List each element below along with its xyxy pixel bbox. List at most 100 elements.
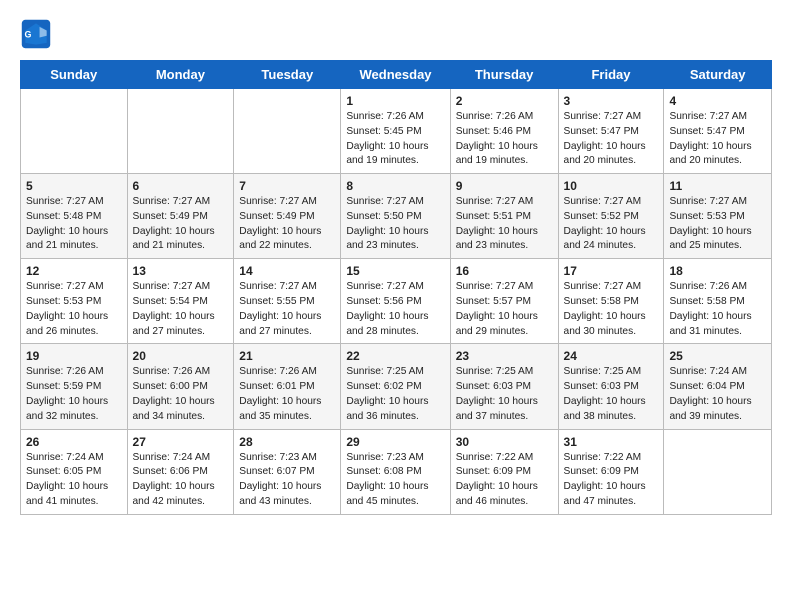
day-info: Sunrise: 7:24 AM Sunset: 6:05 PM Dayligh… <box>26 451 122 510</box>
calendar-week-row: 26 Sunrise: 7:24 AM Sunset: 6:05 PM Dayli… <box>21 429 772 514</box>
day-header-sunday: Sunday <box>21 61 128 89</box>
calendar-day-30: 30 Sunrise: 7:22 AM Sunset: 6:09 PM Dayli… <box>450 429 558 514</box>
day-number: 8 <box>346 179 444 193</box>
calendar-day-5: 5Sunrise: 7:27 AM Sunset: 5:48 PM Daylig… <box>21 174 128 259</box>
day-number: 25 <box>669 349 766 363</box>
day-info: Sunrise: 7:23 AM Sunset: 6:07 PM Dayligh… <box>239 451 335 510</box>
day-info: Sunrise: 7:27 AM Sunset: 5:47 PM Dayligh… <box>669 110 766 169</box>
header: G <box>20 18 772 50</box>
calendar-day-21: 21Sunrise: 7:26 AM Sunset: 6:01 PM Dayli… <box>234 344 341 429</box>
calendar-week-row: 1 Sunrise: 7:26 AM Sunset: 5:45 PM Daylig… <box>21 89 772 174</box>
day-number: 6 <box>133 179 229 193</box>
day-header-monday: Monday <box>127 61 234 89</box>
day-number: 18 <box>669 264 766 278</box>
day-number: 10 <box>564 179 659 193</box>
calendar-day-14: 14 Sunrise: 7:27 AM Sunset: 5:55 PM Dayli… <box>234 259 341 344</box>
day-number: 23 <box>456 349 553 363</box>
calendar-week-row: 5Sunrise: 7:27 AM Sunset: 5:48 PM Daylig… <box>21 174 772 259</box>
calendar-day-1: 1 Sunrise: 7:26 AM Sunset: 5:45 PM Daylig… <box>341 89 450 174</box>
day-info: Sunrise: 7:27 AM Sunset: 5:47 PM Dayligh… <box>564 110 659 169</box>
day-info: Sunrise: 7:27 AM Sunset: 5:52 PM Dayligh… <box>564 195 659 254</box>
day-number: 1 <box>346 94 444 108</box>
calendar-day-26: 26 Sunrise: 7:24 AM Sunset: 6:05 PM Dayli… <box>21 429 128 514</box>
day-info: Sunrise: 7:27 AM Sunset: 5:58 PM Dayligh… <box>564 280 659 339</box>
day-info: Sunrise: 7:22 AM Sunset: 6:09 PM Dayligh… <box>456 451 553 510</box>
day-header-friday: Friday <box>558 61 664 89</box>
day-info: Sunrise: 7:24 AM Sunset: 6:06 PM Dayligh… <box>133 451 229 510</box>
day-info: Sunrise: 7:27 AM Sunset: 5:57 PM Dayligh… <box>456 280 553 339</box>
day-number: 22 <box>346 349 444 363</box>
calendar-week-row: 12 Sunrise: 7:27 AM Sunset: 5:53 PM Dayli… <box>21 259 772 344</box>
day-header-saturday: Saturday <box>664 61 772 89</box>
day-number: 26 <box>26 435 122 449</box>
day-info: Sunrise: 7:27 AM Sunset: 5:55 PM Dayligh… <box>239 280 335 339</box>
day-header-tuesday: Tuesday <box>234 61 341 89</box>
day-info: Sunrise: 7:27 AM Sunset: 5:54 PM Dayligh… <box>133 280 229 339</box>
day-number: 28 <box>239 435 335 449</box>
day-info: Sunrise: 7:25 AM Sunset: 6:03 PM Dayligh… <box>564 365 659 424</box>
day-info: Sunrise: 7:26 AM Sunset: 5:46 PM Dayligh… <box>456 110 553 169</box>
calendar-day-28: 28 Sunrise: 7:23 AM Sunset: 6:07 PM Dayli… <box>234 429 341 514</box>
day-number: 17 <box>564 264 659 278</box>
day-number: 27 <box>133 435 229 449</box>
day-number: 24 <box>564 349 659 363</box>
day-info: Sunrise: 7:26 AM Sunset: 5:45 PM Dayligh… <box>346 110 444 169</box>
day-info: Sunrise: 7:24 AM Sunset: 6:04 PM Dayligh… <box>669 365 766 424</box>
day-info: Sunrise: 7:26 AM Sunset: 5:59 PM Dayligh… <box>26 365 122 424</box>
calendar-week-row: 19 Sunrise: 7:26 AM Sunset: 5:59 PM Dayli… <box>21 344 772 429</box>
calendar-day-29: 29 Sunrise: 7:23 AM Sunset: 6:08 PM Dayli… <box>341 429 450 514</box>
calendar-day-24: 24 Sunrise: 7:25 AM Sunset: 6:03 PM Dayli… <box>558 344 664 429</box>
page: G SundayMondayTuesdayWednesdayThursdayFr… <box>0 0 792 533</box>
day-info: Sunrise: 7:27 AM Sunset: 5:53 PM Dayligh… <box>669 195 766 254</box>
day-number: 11 <box>669 179 766 193</box>
day-number: 30 <box>456 435 553 449</box>
day-info: Sunrise: 7:22 AM Sunset: 6:09 PM Dayligh… <box>564 451 659 510</box>
day-info: Sunrise: 7:26 AM Sunset: 6:01 PM Dayligh… <box>239 365 335 424</box>
calendar-day-19: 19 Sunrise: 7:26 AM Sunset: 5:59 PM Dayli… <box>21 344 128 429</box>
day-header-thursday: Thursday <box>450 61 558 89</box>
calendar-empty-cell <box>664 429 772 514</box>
calendar-day-8: 8 Sunrise: 7:27 AM Sunset: 5:50 PM Daylig… <box>341 174 450 259</box>
calendar-header-row: SundayMondayTuesdayWednesdayThursdayFrid… <box>21 61 772 89</box>
day-number: 20 <box>133 349 229 363</box>
day-info: Sunrise: 7:27 AM Sunset: 5:49 PM Dayligh… <box>133 195 229 254</box>
day-number: 14 <box>239 264 335 278</box>
calendar-day-13: 13 Sunrise: 7:27 AM Sunset: 5:54 PM Dayli… <box>127 259 234 344</box>
calendar-day-12: 12 Sunrise: 7:27 AM Sunset: 5:53 PM Dayli… <box>21 259 128 344</box>
day-info: Sunrise: 7:27 AM Sunset: 5:48 PM Dayligh… <box>26 195 122 254</box>
day-number: 9 <box>456 179 553 193</box>
calendar-empty-cell <box>127 89 234 174</box>
calendar-day-2: 2 Sunrise: 7:26 AM Sunset: 5:46 PM Daylig… <box>450 89 558 174</box>
day-number: 19 <box>26 349 122 363</box>
logo-icon: G <box>20 18 52 50</box>
calendar-empty-cell <box>234 89 341 174</box>
day-number: 16 <box>456 264 553 278</box>
day-info: Sunrise: 7:27 AM Sunset: 5:49 PM Dayligh… <box>239 195 335 254</box>
day-number: 13 <box>133 264 229 278</box>
day-info: Sunrise: 7:25 AM Sunset: 6:03 PM Dayligh… <box>456 365 553 424</box>
calendar-day-31: 31Sunrise: 7:22 AM Sunset: 6:09 PM Dayli… <box>558 429 664 514</box>
day-info: Sunrise: 7:27 AM Sunset: 5:53 PM Dayligh… <box>26 280 122 339</box>
calendar-day-3: 3Sunrise: 7:27 AM Sunset: 5:47 PM Daylig… <box>558 89 664 174</box>
day-info: Sunrise: 7:27 AM Sunset: 5:50 PM Dayligh… <box>346 195 444 254</box>
day-number: 7 <box>239 179 335 193</box>
day-number: 2 <box>456 94 553 108</box>
calendar-day-20: 20 Sunrise: 7:26 AM Sunset: 6:00 PM Dayli… <box>127 344 234 429</box>
calendar-day-15: 15Sunrise: 7:27 AM Sunset: 5:56 PM Dayli… <box>341 259 450 344</box>
calendar-day-23: 23 Sunrise: 7:25 AM Sunset: 6:03 PM Dayli… <box>450 344 558 429</box>
svg-text:G: G <box>24 30 31 40</box>
calendar-day-22: 22Sunrise: 7:25 AM Sunset: 6:02 PM Dayli… <box>341 344 450 429</box>
day-info: Sunrise: 7:23 AM Sunset: 6:08 PM Dayligh… <box>346 451 444 510</box>
day-number: 15 <box>346 264 444 278</box>
calendar-day-27: 27 Sunrise: 7:24 AM Sunset: 6:06 PM Dayli… <box>127 429 234 514</box>
calendar-table: SundayMondayTuesdayWednesdayThursdayFrid… <box>20 60 772 515</box>
calendar-day-10: 10 Sunrise: 7:27 AM Sunset: 5:52 PM Dayli… <box>558 174 664 259</box>
day-header-wednesday: Wednesday <box>341 61 450 89</box>
day-number: 12 <box>26 264 122 278</box>
day-number: 29 <box>346 435 444 449</box>
day-number: 4 <box>669 94 766 108</box>
day-info: Sunrise: 7:27 AM Sunset: 5:51 PM Dayligh… <box>456 195 553 254</box>
day-info: Sunrise: 7:26 AM Sunset: 6:00 PM Dayligh… <box>133 365 229 424</box>
calendar-day-17: 17 Sunrise: 7:27 AM Sunset: 5:58 PM Dayli… <box>558 259 664 344</box>
calendar-day-18: 18Sunrise: 7:26 AM Sunset: 5:58 PM Dayli… <box>664 259 772 344</box>
